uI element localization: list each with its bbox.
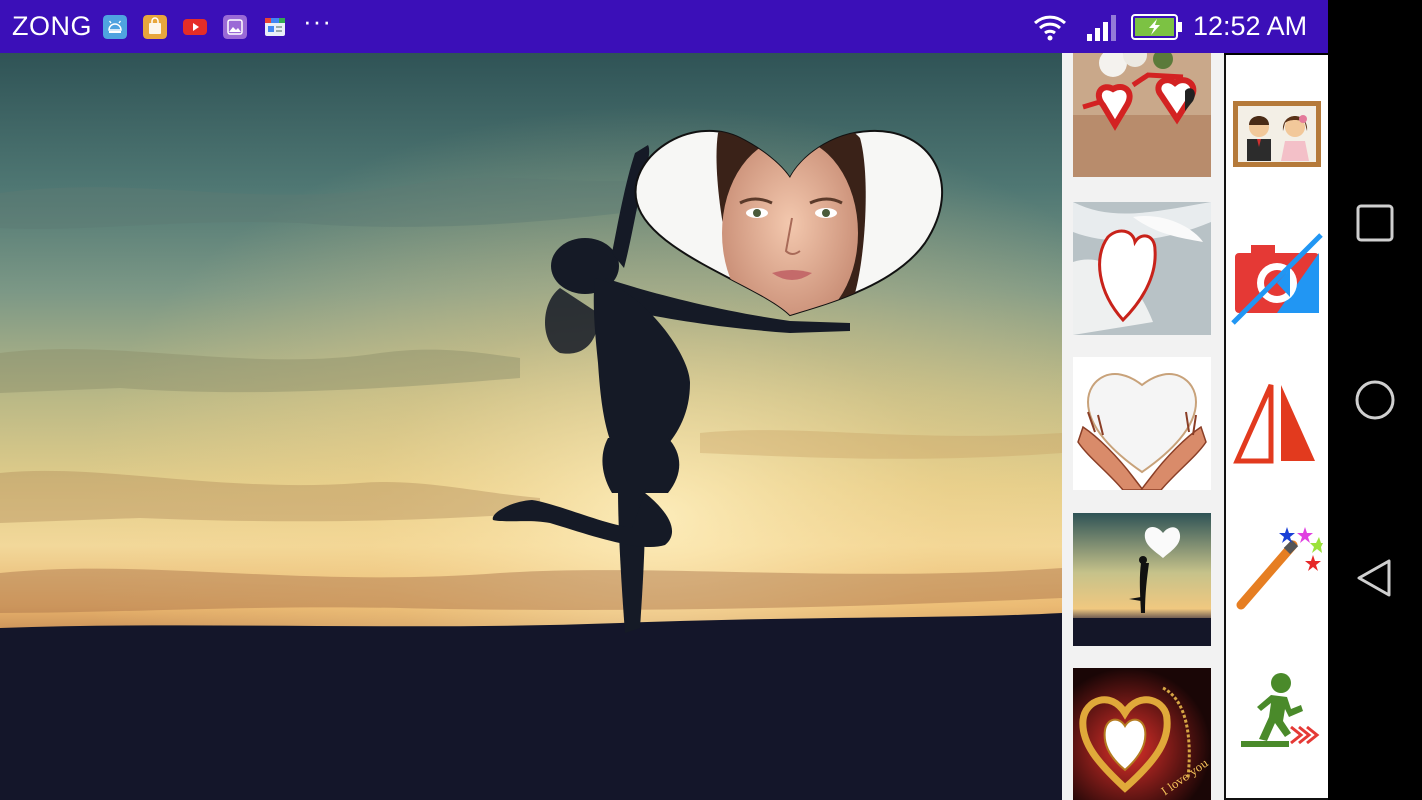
frame-silhouette[interactable] bbox=[1073, 513, 1211, 646]
home-icon[interactable] bbox=[1355, 380, 1395, 420]
clock-time: 12:52 AM bbox=[1193, 11, 1308, 41]
magic-wand-icon[interactable] bbox=[1231, 515, 1323, 611]
exit-icon[interactable] bbox=[1231, 661, 1323, 757]
navigation-bar bbox=[1328, 0, 1422, 800]
gallery-icon bbox=[223, 15, 247, 39]
recent-apps-icon[interactable] bbox=[1355, 203, 1395, 243]
wifi-icon bbox=[1033, 15, 1067, 41]
more-notifications-icon: ··· bbox=[303, 6, 332, 36]
frames-list[interactable]: I love you bbox=[1062, 53, 1224, 800]
flip-icon[interactable] bbox=[1231, 371, 1323, 467]
battery-charging-icon bbox=[1131, 14, 1182, 40]
status-bar: ZONG ··· 12:52 AM bbox=[0, 0, 1328, 53]
frame-feather[interactable] bbox=[1073, 202, 1211, 335]
android-debug-icon bbox=[103, 15, 127, 39]
signal-icon bbox=[1087, 15, 1116, 41]
frame-sunglasses[interactable] bbox=[1073, 53, 1211, 177]
couple-photo-icon[interactable] bbox=[1231, 91, 1323, 187]
photo-canvas[interactable] bbox=[0, 53, 1062, 800]
carrier-name: ZONG bbox=[12, 11, 92, 41]
google-news-icon bbox=[265, 18, 285, 36]
shopping-bag-icon bbox=[143, 15, 167, 39]
tools-panel bbox=[1224, 55, 1330, 800]
youtube-icon bbox=[183, 19, 207, 35]
back-icon[interactable] bbox=[1355, 558, 1395, 598]
camera-off-icon[interactable] bbox=[1231, 231, 1323, 327]
background-photo bbox=[0, 53, 1062, 800]
frame-hands[interactable] bbox=[1073, 357, 1211, 490]
frame-gold-heart[interactable]: I love you bbox=[1073, 668, 1211, 800]
